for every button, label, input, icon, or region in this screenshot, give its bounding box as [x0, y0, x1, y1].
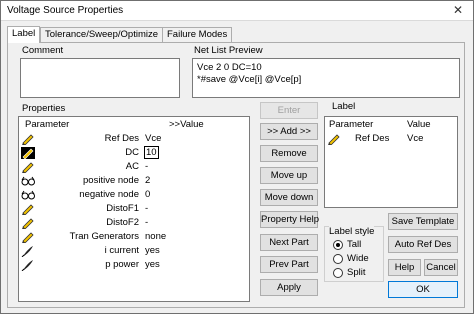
radio-label: Split	[347, 267, 366, 278]
pencil-icon	[22, 218, 34, 229]
property-name: DistoF2	[106, 217, 139, 228]
property-row-negative-node[interactable]: negative node 0	[19, 189, 249, 201]
property-row-p-power[interactable]: p power yes	[19, 259, 249, 271]
comment-label: Comment	[22, 45, 64, 56]
netlist-preview-box: Vce 2 0 DC=10 *#save @Vce[i] @Vce[p]	[192, 58, 460, 98]
pencil-icon	[22, 162, 34, 173]
tab-label[interactable]: Label	[7, 26, 41, 43]
prev-part-button[interactable]: Prev Part	[260, 256, 318, 273]
add-button[interactable]: >> Add >>	[260, 123, 318, 140]
property-value[interactable]: 2	[145, 175, 150, 186]
label-header-parameter: Parameter	[329, 119, 374, 130]
property-name: negative node	[79, 189, 139, 200]
property-value[interactable]: none	[145, 231, 166, 242]
property-row-positive-node[interactable]: positive node 2	[19, 175, 249, 187]
pencil-icon	[22, 204, 34, 215]
radio-checked-icon[interactable]	[333, 240, 343, 250]
label-header-value: Value	[407, 119, 431, 130]
property-name: positive node	[83, 175, 139, 186]
remove-button[interactable]: Remove	[260, 145, 318, 162]
pencil-icon	[328, 134, 340, 145]
property-name: i current	[104, 245, 139, 256]
label-grid[interactable]: Parameter Value Ref Des Vce	[324, 116, 458, 208]
property-name: DC	[125, 147, 139, 158]
radio-label: Tall	[347, 239, 362, 250]
property-value[interactable]: yes	[145, 245, 160, 256]
glasses-icon	[21, 176, 35, 186]
move-up-button[interactable]: Move up	[260, 167, 318, 184]
property-value[interactable]: 0	[145, 189, 150, 200]
quill-icon	[21, 260, 33, 271]
quill-icon	[21, 246, 33, 257]
close-icon[interactable]: ✕	[451, 3, 465, 17]
property-row-distof1[interactable]: DistoF1 -	[19, 203, 249, 215]
window-title: Voltage Source Properties	[7, 5, 124, 16]
save-template-button[interactable]: Save Template	[388, 213, 458, 230]
property-help-button[interactable]: Property Help	[260, 211, 319, 228]
label-param-value: Vce	[407, 133, 424, 144]
label-param-name: Ref Des	[355, 133, 390, 144]
properties-label: Properties	[22, 103, 66, 114]
property-value[interactable]: yes	[145, 259, 160, 270]
property-value[interactable]: -	[145, 217, 148, 228]
dialog-window: Voltage Source Properties ✕ Label Tolera…	[0, 0, 474, 314]
label-panel-title: Label	[332, 101, 356, 112]
properties-header-parameter: Parameter	[25, 119, 70, 130]
pencil-icon	[22, 232, 34, 243]
help-button[interactable]: Help	[388, 259, 421, 276]
property-row-ref-des[interactable]: Ref Des Vce	[19, 133, 249, 145]
property-row-tran-generators[interactable]: Tran Generators none	[19, 231, 249, 243]
netlist-line: *#save @Vce[i] @Vce[p]	[197, 74, 302, 85]
property-value[interactable]: -	[145, 203, 148, 214]
property-name: p power	[105, 259, 139, 270]
radio-unchecked-icon[interactable]	[333, 268, 343, 278]
label-row-ref-des[interactable]: Ref Des Vce	[325, 133, 457, 145]
properties-grid[interactable]: Parameter >>Value Ref Des Vce DC 10 AC -…	[18, 116, 250, 302]
property-row-i-current[interactable]: i current yes	[19, 245, 249, 257]
enter-button[interactable]: Enter	[260, 102, 318, 119]
radio-label: Wide	[347, 253, 369, 264]
label-style-title: Label style	[329, 226, 375, 237]
property-name: AC	[125, 161, 139, 172]
comment-textarea[interactable]	[20, 58, 180, 98]
property-name: DistoF1	[106, 203, 139, 214]
radio-unchecked-icon[interactable]	[333, 254, 343, 264]
next-part-button[interactable]: Next Part	[260, 234, 318, 251]
pencil-icon	[22, 134, 34, 145]
property-row-distof2[interactable]: DistoF2 -	[19, 217, 249, 229]
tab-failure-modes[interactable]: Failure Modes	[162, 27, 233, 42]
property-name: Ref Des	[104, 133, 139, 144]
tab-tolerance-sweep-optimize[interactable]: Tolerance/Sweep/Optimize	[40, 27, 163, 42]
move-down-button[interactable]: Move down	[260, 189, 318, 206]
property-row-dc[interactable]: DC 10	[19, 146, 249, 159]
property-row-ac[interactable]: AC -	[19, 161, 249, 173]
pencil-selected-icon	[21, 147, 35, 159]
label-style-group: Label style Tall Wide Split	[324, 226, 384, 282]
property-value-editor[interactable]: 10	[144, 146, 159, 159]
ok-button[interactable]: OK	[388, 281, 458, 298]
apply-button[interactable]: Apply	[260, 279, 318, 296]
title-bar: Voltage Source Properties ✕	[1, 1, 473, 21]
auto-ref-des-button[interactable]: Auto Ref Des	[388, 236, 458, 253]
netlist-line: Vce 2 0 DC=10	[197, 62, 262, 73]
properties-header-value[interactable]: >>Value	[169, 119, 204, 130]
property-name: Tran Generators	[69, 231, 139, 242]
tab-panel-label: Comment Net List Preview Vce 2 0 DC=10 *…	[7, 42, 465, 308]
cancel-button[interactable]: Cancel	[424, 259, 458, 276]
netlist-preview-label: Net List Preview	[194, 45, 263, 56]
property-value[interactable]: Vce	[145, 133, 161, 144]
property-value[interactable]: -	[145, 161, 148, 172]
glasses-icon	[21, 190, 35, 200]
